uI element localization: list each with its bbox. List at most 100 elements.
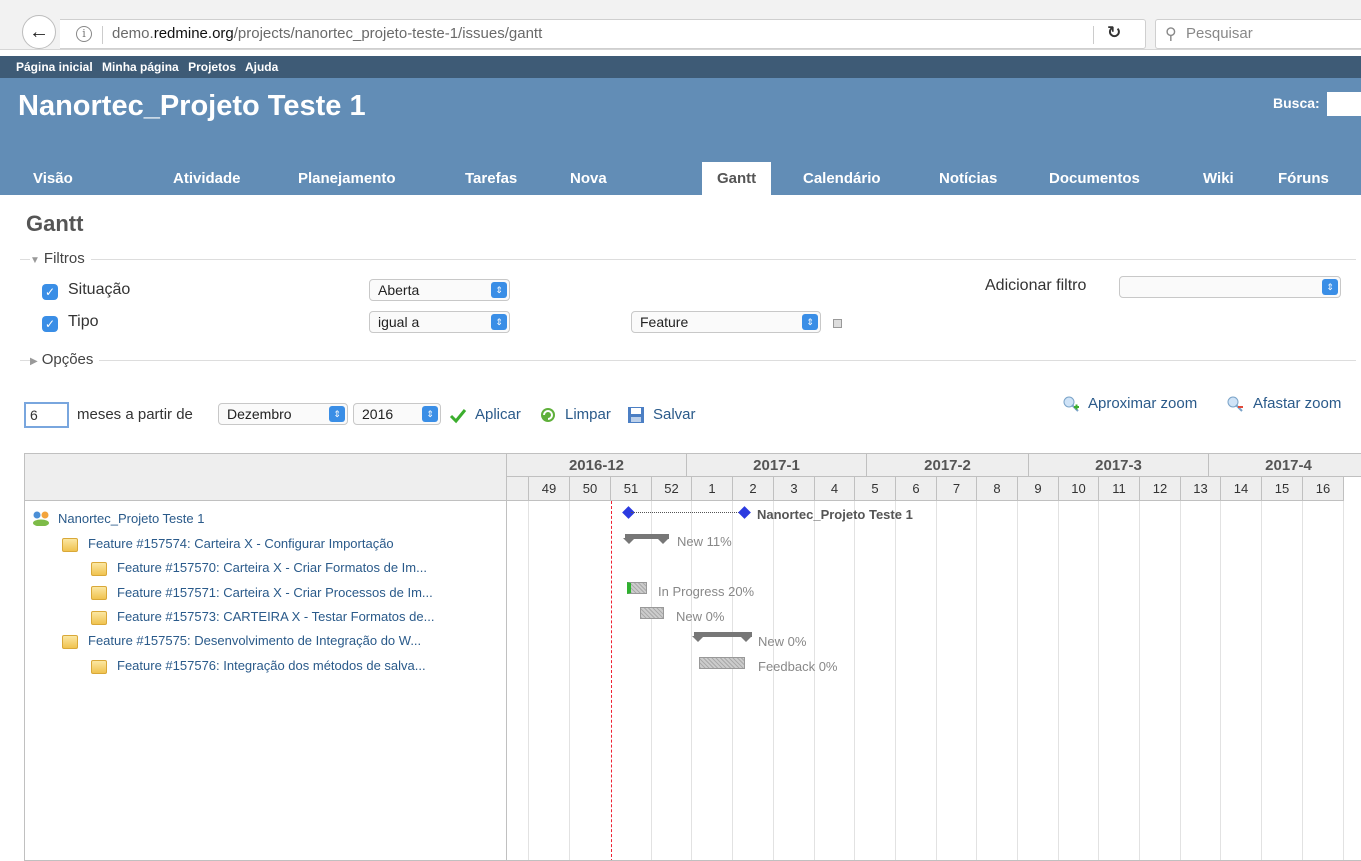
gantt-issue-link[interactable]: Feature #157570: Carteira X - Criar Form…	[117, 560, 427, 575]
status-label: Situação	[68, 281, 131, 298]
reload-green-icon	[541, 408, 555, 422]
week-gridline	[732, 501, 733, 860]
week-gridline	[854, 501, 855, 860]
tab-gantt[interactable]: Gantt	[702, 162, 772, 195]
tab-overview[interactable]: Visão geral	[18, 162, 88, 220]
project-search-input[interactable]	[1327, 92, 1361, 116]
top-menu-projects[interactable]: Projetos	[188, 60, 236, 74]
tab-wiki[interactable]: Wiki	[1188, 162, 1249, 195]
tab-forums[interactable]: Fóruns	[1263, 162, 1344, 195]
tab-documents[interactable]: Documentos	[1034, 162, 1155, 195]
week-gridline	[1220, 501, 1221, 860]
gantt-week-header: 4	[815, 477, 855, 501]
clear-link[interactable]: Limpar	[565, 406, 611, 423]
gantt-parent-cap	[623, 538, 635, 544]
gantt-parent-cap	[692, 636, 704, 642]
project-title: Nanortec_Projeto Teste 1	[18, 90, 366, 122]
apply-link[interactable]: Aplicar	[475, 406, 521, 423]
url-text[interactable]: demo.redmine.org/projects/nanortec_proje…	[112, 25, 542, 42]
tracker-operator-select[interactable]: igual a ⇕	[369, 311, 510, 333]
tracker-checkbox[interactable]: ✓	[42, 316, 58, 332]
tab-new-issue[interactable]: Nova tarefa	[555, 162, 626, 220]
week-gridline	[1261, 501, 1262, 860]
gantt-task-bar[interactable]	[627, 582, 647, 594]
tracker-operator-value: igual a	[378, 314, 420, 330]
week-gridline	[569, 501, 570, 860]
options-legend[interactable]: ▶ Opções	[30, 351, 100, 368]
gantt-week-header: 9	[1018, 477, 1059, 501]
week-gridline	[1343, 501, 1344, 860]
week-gridline	[976, 501, 977, 860]
gantt-week-header: 2	[733, 477, 774, 501]
tab-issues[interactable]: Tarefas	[450, 162, 532, 195]
gantt-issue-link[interactable]: Feature #157573: CARTEIRA X - Testar For…	[117, 609, 434, 624]
gantt-week-header: 3	[774, 477, 815, 501]
tab-activity[interactable]: Atividade	[158, 162, 256, 195]
week-gridline	[528, 501, 529, 860]
week-gridline	[651, 501, 652, 860]
status-operator-select[interactable]: Aberta ⇕	[369, 279, 510, 301]
zoom-out-link[interactable]: Afastar zoom	[1253, 395, 1341, 412]
search-label: Busca:	[1273, 95, 1320, 111]
gantt-issue-link[interactable]: Feature #157571: Carteira X - Criar Proc…	[117, 585, 433, 600]
week-gridline	[814, 501, 815, 860]
search-placeholder: Pesquisar	[1186, 25, 1253, 42]
save-link[interactable]: Salvar	[653, 406, 696, 423]
gantt-task-bar[interactable]	[699, 657, 745, 669]
gantt-week-header: 15	[1262, 477, 1303, 501]
gantt-issue-link[interactable]: Feature #157575: Desenvolvimento de Inte…	[88, 633, 421, 648]
status-checkbox[interactable]: ✓	[42, 284, 58, 300]
filters-border	[20, 259, 1356, 260]
options-border	[20, 360, 1356, 361]
gantt-parent-cap	[740, 636, 752, 642]
year-value: 2016	[362, 406, 394, 422]
year-select[interactable]: 2016 ⇕	[353, 403, 441, 425]
gantt-week-header: 13	[1181, 477, 1221, 501]
month-select[interactable]: Dezembro ⇕	[218, 403, 348, 425]
top-menu-home[interactable]: Página inicial	[16, 60, 93, 74]
filters-legend[interactable]: ▼ Filtros	[30, 250, 91, 267]
tab-calendar[interactable]: Calendário	[788, 162, 896, 195]
address-bar[interactable]: i demo.redmine.org/projects/nanortec_pro…	[60, 19, 1146, 49]
gantt-week-header	[507, 477, 529, 501]
gantt-week-header: 49	[529, 477, 570, 501]
zoom-out-icon	[1227, 396, 1243, 412]
reload-icon[interactable]: ↻	[1107, 23, 1121, 43]
tracker-value-select[interactable]: Feature ⇕	[631, 311, 821, 333]
add-filter-select[interactable]: ⇕	[1119, 276, 1341, 298]
feature-icon	[91, 586, 107, 600]
select-arrow-icon: ⇕	[329, 406, 345, 422]
top-menu-my-page[interactable]: Minha página	[102, 60, 179, 74]
info-icon[interactable]: i	[76, 26, 92, 42]
week-gridline	[1180, 501, 1181, 860]
tracker-label: Tipo	[68, 313, 99, 330]
gantt-timeline: 2016-12 2017-1 2017-2 2017-3 2017-4 49 5…	[507, 453, 1361, 861]
gantt-parent-cap	[657, 538, 669, 544]
gantt-task-bar[interactable]	[640, 607, 664, 619]
gantt-week-header: 16	[1303, 477, 1344, 501]
zoom-in-link[interactable]: Aproximar zoom	[1088, 395, 1197, 412]
feature-icon	[91, 611, 107, 625]
collapsed-icon: ▶	[30, 356, 38, 367]
top-menu-help[interactable]: Ajuda	[245, 60, 278, 74]
gantt-bar-label: New 0%	[676, 609, 725, 624]
back-icon[interactable]: ←	[22, 15, 56, 49]
toggle-multiselect-icon[interactable]	[833, 319, 842, 328]
select-arrow-icon: ⇕	[491, 314, 507, 330]
gantt-month-header: 2017-1	[687, 454, 867, 477]
gantt-week-header: 12	[1140, 477, 1181, 501]
browser-search-input[interactable]: ⚲ Pesquisar	[1155, 19, 1361, 49]
gantt-bar-label: New 11%	[677, 534, 732, 549]
gantt-week-header: 1	[692, 477, 733, 501]
month-value: Dezembro	[227, 406, 292, 422]
months-input[interactable]: 6	[24, 402, 69, 428]
status-operator-value: Aberta	[378, 282, 420, 298]
tab-roadmap[interactable]: Planejamento	[283, 162, 411, 195]
week-gridline	[1302, 501, 1303, 860]
gantt-issue-link[interactable]: Feature #157574: Carteira X - Configurar…	[88, 536, 394, 551]
tab-news[interactable]: Notícias	[924, 162, 1012, 195]
gantt-issue-link[interactable]: Feature #157576: Integração dos métodos …	[117, 658, 426, 673]
browser-toolbar: ← i demo.redmine.org/projects/nanortec_p…	[0, 0, 1361, 50]
project-icon	[33, 511, 49, 526]
gantt-project-link[interactable]: Nanortec_Projeto Teste 1	[58, 511, 204, 526]
